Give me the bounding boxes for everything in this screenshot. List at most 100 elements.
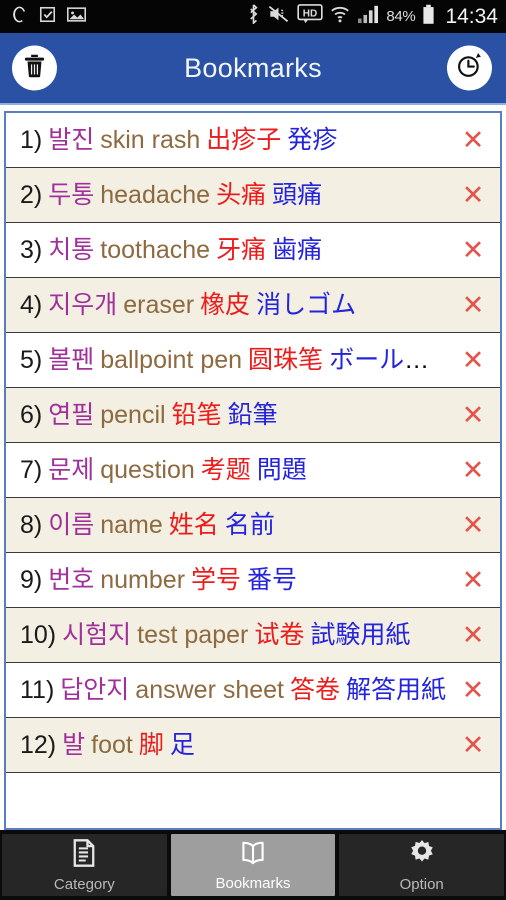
- word-zh: 脚: [138, 730, 164, 759]
- word-ja: 足: [169, 730, 195, 759]
- delete-bookmark-icon[interactable]: ✕: [452, 181, 494, 209]
- image-icon: [66, 5, 87, 29]
- history-button[interactable]: [447, 45, 492, 91]
- word-ko: 답안지: [60, 675, 130, 704]
- word-en: question: [100, 455, 195, 484]
- status-bar: HD 84% 14:34: [0, 0, 506, 33]
- word-en: foot: [91, 730, 133, 759]
- table-row[interactable]: 9) 번호 number 学号 番号 ✕: [6, 553, 500, 608]
- delete-bookmark-icon[interactable]: ✕: [452, 566, 494, 594]
- table-row[interactable]: 12) 발 foot 脚足 ✕: [6, 718, 500, 773]
- table-row[interactable]: 2) 두통 headache 头痛 頭痛 ✕: [6, 168, 500, 223]
- word-ko: 볼펜: [48, 345, 95, 374]
- table-row[interactable]: 6) 연필 pencil 铅笔 鉛筆 ✕: [6, 388, 500, 443]
- nav-item-bookmarks[interactable]: Bookmarks: [170, 834, 336, 896]
- svg-text:HD: HD: [303, 8, 317, 19]
- clock-add-icon: [456, 52, 484, 85]
- delete-bookmark-icon[interactable]: ✕: [452, 236, 494, 264]
- delete-all-button[interactable]: [12, 45, 57, 91]
- table-row[interactable]: 8) 이름 name 姓名 名前 ✕: [6, 498, 500, 553]
- word-ja: 鉛筆: [227, 400, 278, 429]
- word-zh: 铅笔: [171, 400, 222, 429]
- table-row[interactable]: 11) 답안지 answer sheet 答卷 解答用紙 ✕: [6, 663, 500, 718]
- word-en: ballpoint pen: [100, 345, 243, 374]
- delete-bookmark-icon[interactable]: ✕: [452, 676, 494, 704]
- delete-bookmark-icon[interactable]: ✕: [452, 126, 494, 154]
- status-bar-clock: 14:34: [445, 4, 498, 28]
- page-title: Bookmarks: [184, 52, 322, 83]
- row-translations: 발진 skin rash 出疹子 発疹: [48, 126, 452, 155]
- table-row[interactable]: 4) 지우개 eraser 橡皮 消しゴム ✕: [6, 278, 500, 333]
- word-zh: 姓名: [168, 510, 219, 539]
- delete-bookmark-icon[interactable]: ✕: [452, 731, 494, 759]
- row-index-label: 10): [20, 620, 57, 649]
- word-ja: 頭痛: [272, 180, 323, 209]
- word-ja: 試験用紙: [310, 620, 411, 649]
- bookmark-list-container[interactable]: 1) 발진 skin rash 出疹子 発疹 ✕ 2) 두통 headache 头痛 頭痛 ✕ 3) 치통…: [0, 105, 506, 830]
- delete-bookmark-icon[interactable]: ✕: [452, 621, 494, 649]
- nav-item-category[interactable]: Category: [2, 834, 167, 896]
- document-lines-icon: [69, 838, 99, 873]
- table-row[interactable]: 7) 문제 question 考题 問題 ✕: [6, 443, 500, 498]
- word-ko: 발: [62, 730, 86, 759]
- nav-item-label: Bookmarks: [215, 874, 291, 892]
- word-ko: 연필: [48, 400, 95, 429]
- word-en: name: [100, 510, 163, 539]
- word-ja: 発疹: [287, 125, 338, 154]
- word-zh: 学号: [191, 565, 242, 594]
- word-zh: 橡皮: [200, 290, 251, 319]
- delete-bookmark-icon[interactable]: ✕: [452, 401, 494, 429]
- word-ja: 解答用紙: [346, 675, 447, 704]
- row-translations: 볼펜 ballpoint pen 圆珠笔 ボールペン: [48, 346, 452, 375]
- word-ja: ボールペン: [329, 345, 452, 374]
- delete-bookmark-icon[interactable]: ✕: [452, 291, 494, 319]
- row-translations: 문제 question 考题 問題: [48, 456, 452, 485]
- word-ko: 지우개: [48, 290, 118, 319]
- word-ja: 消しゴム: [256, 290, 357, 319]
- battery-icon: [422, 4, 435, 30]
- word-ko: 시험지: [62, 620, 132, 649]
- word-ja: 問題: [256, 455, 307, 484]
- app-header: Bookmarks: [0, 33, 506, 105]
- word-en: toothache: [100, 235, 211, 264]
- word-zh: 牙痛: [216, 235, 267, 264]
- row-translations: 연필 pencil 铅笔 鉛筆: [48, 401, 452, 430]
- word-zh: 考题: [200, 455, 251, 484]
- delete-bookmark-icon[interactable]: ✕: [452, 511, 494, 539]
- row-index-label: 3): [20, 235, 43, 264]
- gear-icon: [407, 838, 437, 873]
- nav-item-label: Category: [53, 875, 115, 893]
- row-translations: 지우개 eraser 橡皮 消しゴム: [48, 291, 452, 320]
- word-ko: 번호: [48, 565, 95, 594]
- word-en: pencil: [100, 400, 166, 429]
- word-ja: 番号: [247, 565, 298, 594]
- table-row[interactable]: 3) 치통 toothache 牙痛 歯痛 ✕: [6, 223, 500, 278]
- word-zh: 头痛: [216, 180, 267, 209]
- row-index-label: 7): [20, 455, 43, 484]
- row-translations: 시험지 test paper 试卷 試験用紙: [62, 621, 452, 650]
- word-en: test paper: [137, 620, 249, 649]
- word-en: headache: [100, 180, 211, 209]
- trash-icon: [21, 52, 48, 84]
- mute-vibrate-icon: [267, 4, 290, 29]
- table-row[interactable]: 1) 발진 skin rash 出疹子 発疹 ✕: [6, 113, 500, 168]
- table-row[interactable]: 10) 시험지 test paper 试卷 試験用紙 ✕: [6, 608, 500, 663]
- table-row[interactable]: 5) 볼펜 ballpoint pen 圆珠笔 ボールペン ✕: [6, 333, 500, 388]
- delete-bookmark-icon[interactable]: ✕: [452, 456, 494, 484]
- nav-item-option[interactable]: Option: [339, 834, 505, 896]
- row-index-label: 9): [20, 565, 43, 594]
- delete-bookmark-icon[interactable]: ✕: [452, 346, 494, 374]
- row-index-label: 8): [20, 510, 43, 539]
- word-en: skin rash: [100, 125, 201, 154]
- word-ko: 이름: [48, 510, 95, 539]
- status-bar-right-icons: HD 84% 14:34: [247, 4, 498, 30]
- document-check-icon: [38, 5, 57, 29]
- word-en: eraser: [123, 290, 195, 319]
- row-index-label: 1): [20, 125, 43, 154]
- hd-badge-icon: HD: [297, 4, 323, 29]
- app-root: HD 84% 14:34 Bookmarks 1) 발진 skin rash 出…: [0, 0, 506, 900]
- word-en: number: [100, 565, 186, 594]
- battery-percent-label: 84%: [386, 8, 416, 25]
- opera-logo-icon: [10, 5, 29, 29]
- row-index-label: 2): [20, 180, 43, 209]
